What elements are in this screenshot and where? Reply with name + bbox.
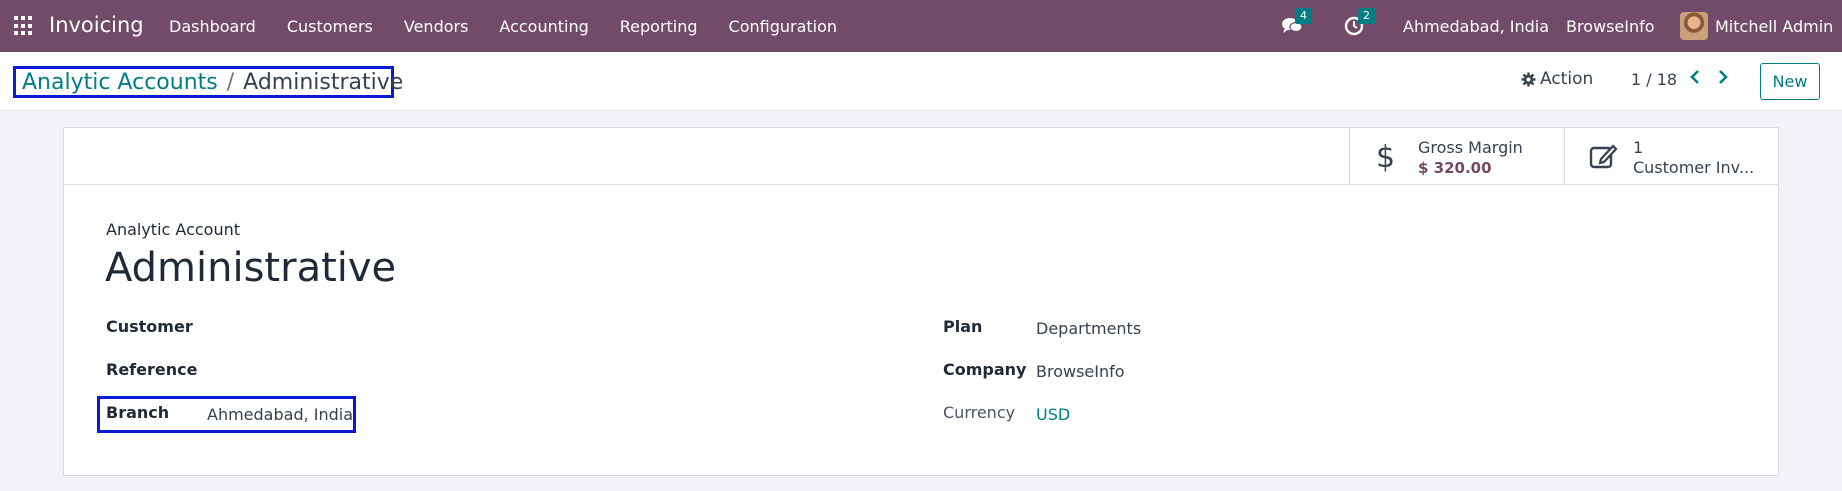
company-label: Company: [943, 360, 1027, 379]
menu-configuration[interactable]: Configuration: [729, 17, 838, 36]
breadcrumb-analytic-accounts[interactable]: Analytic Accounts: [22, 70, 218, 95]
menu-dashboard[interactable]: Dashboard: [169, 17, 256, 36]
branch-switcher[interactable]: Ahmedabad, India: [1403, 0, 1549, 52]
user-name: Mitchell Admin: [1715, 16, 1834, 36]
messages-button[interactable]: 4: [1281, 0, 1312, 52]
customer-invoices-label: Customer Inv...: [1633, 158, 1755, 177]
record-title[interactable]: Administrative: [105, 245, 396, 291]
avatar: [1680, 12, 1708, 40]
customer-invoices-button[interactable]: 1 Customer Inv...: [1564, 128, 1778, 185]
control-panel: Analytic Accounts / Administrative Actio…: [0, 52, 1842, 111]
gross-margin-value: $ 320.00: [1418, 159, 1492, 177]
smart-button-box: $ Gross Margin $ 320.00 1 Customer Inv..…: [64, 128, 1778, 185]
record-type-label: Analytic Account: [106, 220, 241, 239]
breadcrumb: Analytic Accounts / Administrative: [13, 66, 403, 98]
action-label: Action: [1540, 69, 1594, 89]
gross-margin-button[interactable]: $ Gross Margin $ 320.00: [1349, 128, 1564, 185]
pager-previous-icon[interactable]: [1689, 69, 1701, 90]
company-field[interactable]: BrowseInfo: [1036, 362, 1125, 381]
reference-label: Reference: [106, 360, 198, 379]
new-button[interactable]: New: [1760, 63, 1820, 100]
customer-label: Customer: [106, 317, 193, 336]
breadcrumb-separator: /: [226, 69, 235, 95]
menu-accounting[interactable]: Accounting: [499, 17, 588, 36]
form-sheet: $ Gross Margin $ 320.00 1 Customer Inv..…: [63, 127, 1779, 476]
app-name[interactable]: Invoicing: [49, 13, 144, 37]
menu-customers[interactable]: Customers: [287, 17, 373, 36]
company-switcher[interactable]: BrowseInfo: [1566, 0, 1655, 52]
gross-margin-label: Gross Margin: [1418, 138, 1523, 157]
branch-label: Branch: [106, 403, 170, 422]
plan-field[interactable]: Departments: [1036, 319, 1141, 338]
action-button[interactable]: Action: [1521, 69, 1593, 89]
customer-invoices-count: 1: [1633, 138, 1644, 157]
top-navbar: Invoicing Dashboard Customers Vendors Ac…: [0, 0, 1842, 52]
activities-button[interactable]: 2: [1344, 0, 1375, 52]
menu-reporting[interactable]: Reporting: [620, 17, 698, 36]
breadcrumb-current: Administrative: [243, 69, 404, 95]
menu-vendors[interactable]: Vendors: [404, 17, 469, 36]
main-menu: Dashboard Customers Vendors Accounting R…: [169, 17, 868, 36]
messages-count-badge: 4: [1295, 8, 1312, 24]
gear-icon: [1521, 71, 1536, 87]
currency-field[interactable]: USD: [1036, 405, 1070, 424]
pager-next-icon[interactable]: [1717, 69, 1729, 90]
edit-invoice-icon: [1589, 142, 1619, 178]
activities-count-badge: 2: [1358, 8, 1375, 24]
user-menu[interactable]: Mitchell Admin: [1680, 0, 1833, 52]
branch-field[interactable]: Ahmedabad, India: [207, 405, 353, 424]
currency-label: Currency: [943, 403, 1016, 422]
pager-value[interactable]: 1 / 18: [1631, 70, 1677, 89]
plan-label: Plan: [943, 317, 983, 336]
dollar-icon: $: [1376, 140, 1396, 175]
apps-menu-icon[interactable]: [14, 16, 34, 36]
